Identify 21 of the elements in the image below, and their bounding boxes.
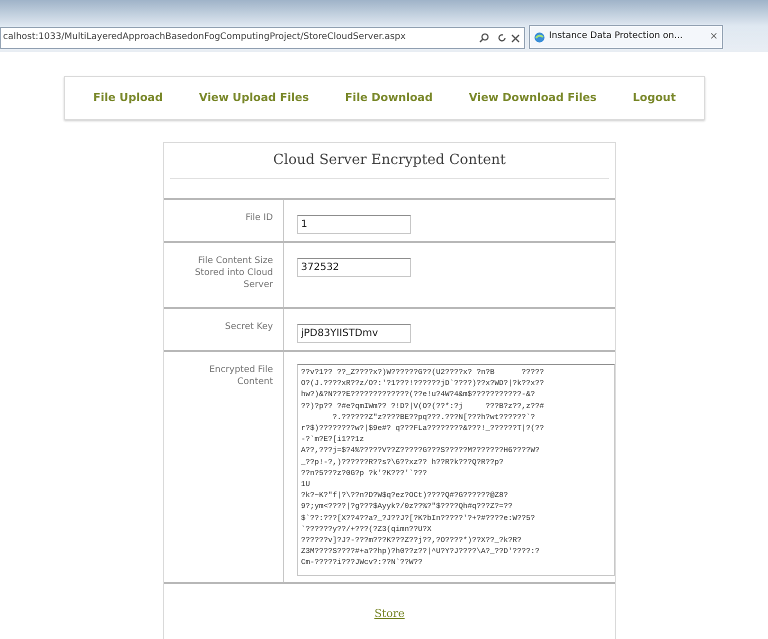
field-label: Encrypted File Content [208, 364, 273, 389]
nav-link[interactable]: File Upload [93, 90, 163, 106]
nav-link[interactable]: File Download [345, 90, 433, 106]
address-bar[interactable]: calhost:1033/MultiLayeredApproachBasedonFogComputingProject/StoreCloudServer.aspx [0, 27, 525, 49]
close-tab-button[interactable]: × [710, 32, 718, 42]
store-link[interactable]: Store [374, 606, 405, 622]
field-label: Secret Key [224, 321, 273, 334]
nav-link[interactable]: Logout [632, 90, 676, 106]
field-label: File ID [244, 212, 273, 225]
text-field[interactable]: 1 [297, 215, 411, 234]
text-field[interactable]: jPD83YIISTDmv [297, 324, 411, 343]
nav-link[interactable]: View Download Files [468, 90, 597, 106]
browser-tab[interactable]: Instance Data Protection on... × [529, 25, 723, 49]
form-title: Cloud Server Encrypted Content [170, 143, 609, 179]
tab-title: Instance Data Protection on... [549, 30, 684, 44]
nav-link[interactable]: View Upload Files [199, 90, 309, 106]
search-icon[interactable] [479, 33, 489, 43]
field-label: File Content Size Stored into Cloud Server [194, 255, 273, 292]
refresh-icon[interactable] [497, 33, 507, 43]
text-field[interactable]: 372532 [297, 258, 411, 277]
close-icon[interactable] [511, 34, 520, 42]
